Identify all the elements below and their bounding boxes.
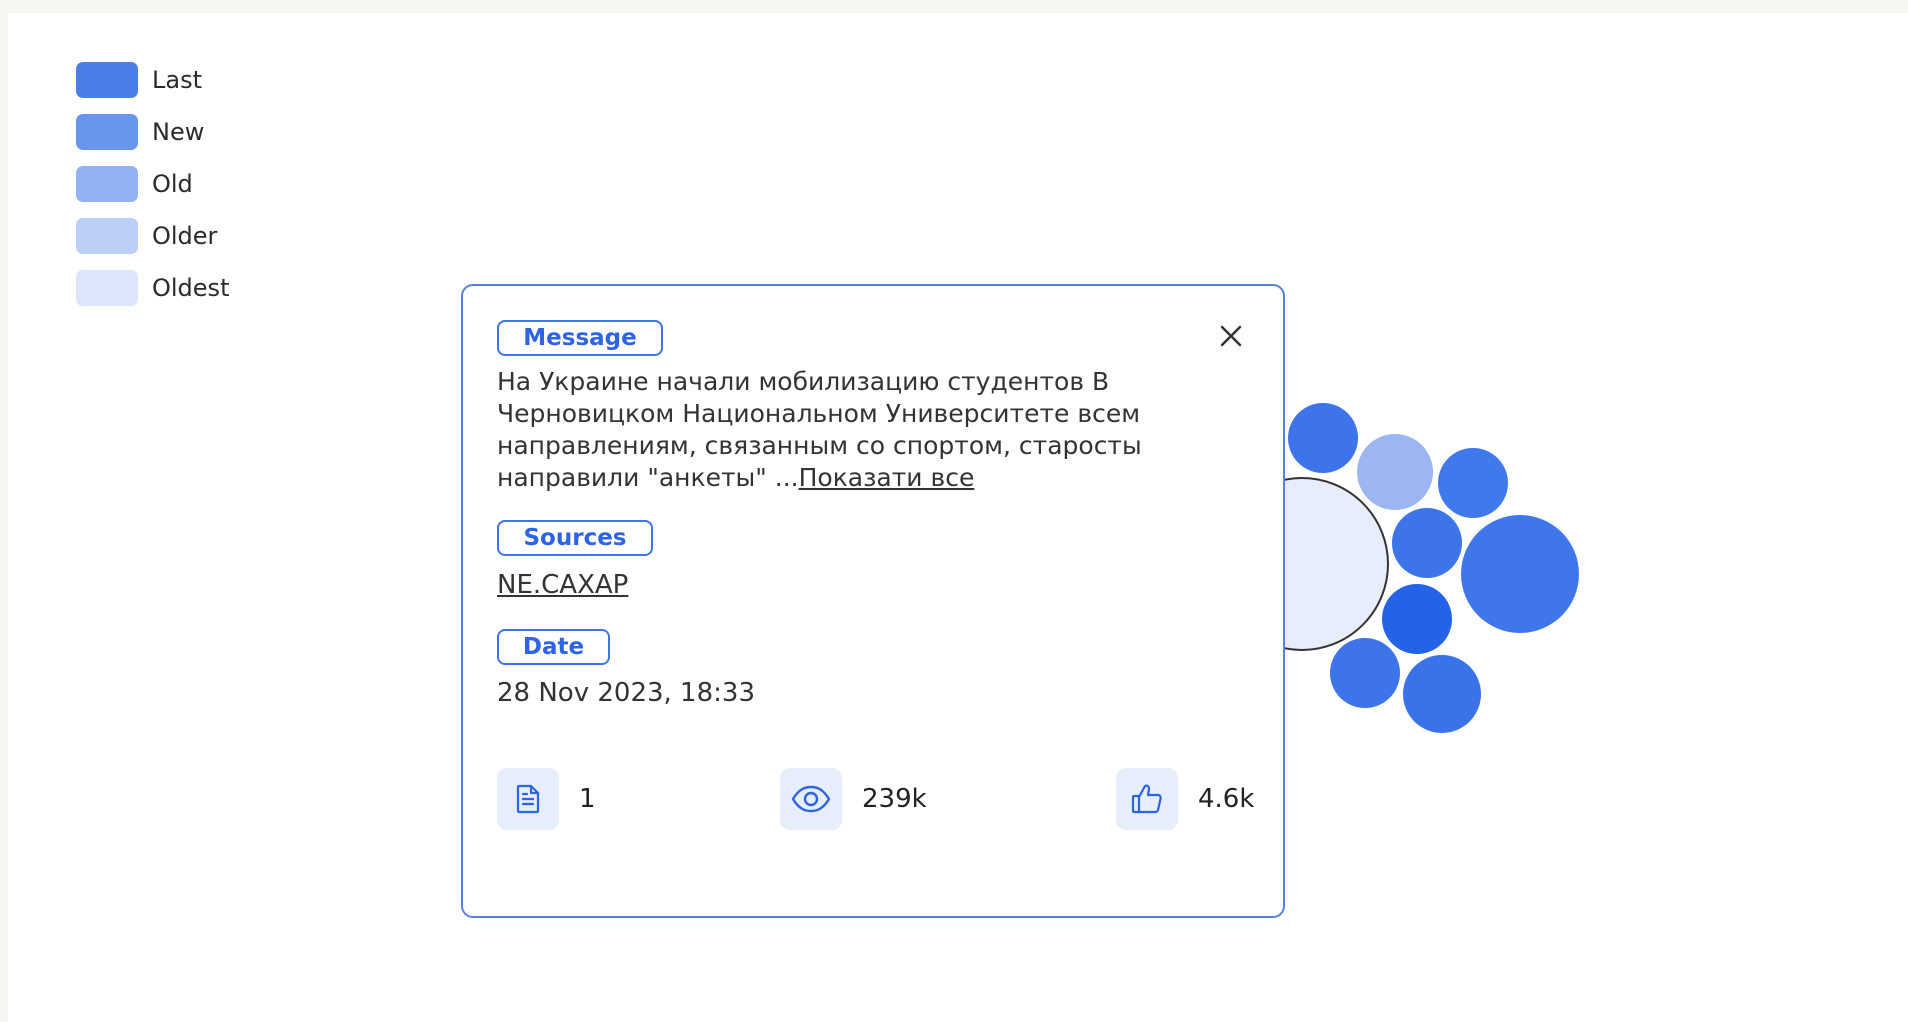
- bubble[interactable]: [1403, 655, 1481, 733]
- message-popup: Message На Украине начали мобилизацию ст…: [461, 284, 1285, 918]
- bubble-large[interactable]: [1461, 515, 1579, 633]
- documents-stat: 1: [497, 768, 596, 830]
- legend-swatch: [76, 62, 138, 98]
- legend-label: New: [152, 118, 205, 146]
- legend-item-old: Old: [76, 158, 229, 210]
- legend: Last New Old Older Oldest: [76, 54, 229, 314]
- bubble[interactable]: [1288, 403, 1358, 473]
- document-icon: [497, 768, 559, 830]
- legend-label: Older: [152, 222, 218, 250]
- legend-label: Old: [152, 170, 193, 198]
- bubble[interactable]: [1392, 508, 1462, 578]
- date-value: 28 Nov 2023, 18:33: [497, 678, 755, 708]
- legend-swatch: [76, 114, 138, 150]
- bubble-old[interactable]: [1357, 434, 1433, 510]
- legend-item-new: New: [76, 106, 229, 158]
- documents-count: 1: [579, 784, 596, 814]
- likes-stat: 4.6k: [1116, 768, 1254, 830]
- views-stat: 239k: [780, 768, 927, 830]
- legend-item-oldest: Oldest: [76, 262, 229, 314]
- legend-label: Oldest: [152, 274, 230, 302]
- show-all-link[interactable]: Показати все: [799, 463, 975, 492]
- legend-swatch: [76, 270, 138, 306]
- likes-count: 4.6k: [1198, 784, 1255, 814]
- close-icon[interactable]: [1217, 322, 1245, 350]
- eye-icon: [780, 768, 842, 830]
- sources-tag: Sources: [497, 520, 653, 556]
- bubble[interactable]: [1438, 448, 1508, 518]
- close-button[interactable]: [1217, 322, 1245, 350]
- bubble[interactable]: [1330, 638, 1400, 708]
- message-text: На Украине начали мобилизацию студентов …: [497, 366, 1197, 494]
- message-tag: Message: [497, 320, 663, 356]
- source-link[interactable]: NE.CAXAP: [497, 570, 628, 600]
- legend-item-older: Older: [76, 210, 229, 262]
- bubble-last[interactable]: [1382, 584, 1452, 654]
- thumbs-up-icon: [1116, 768, 1178, 830]
- legend-item-last: Last: [76, 54, 229, 106]
- legend-swatch: [76, 218, 138, 254]
- legend-swatch: [76, 166, 138, 202]
- legend-label: Last: [152, 66, 202, 94]
- views-count: 239k: [862, 784, 927, 814]
- date-tag: Date: [497, 629, 610, 665]
